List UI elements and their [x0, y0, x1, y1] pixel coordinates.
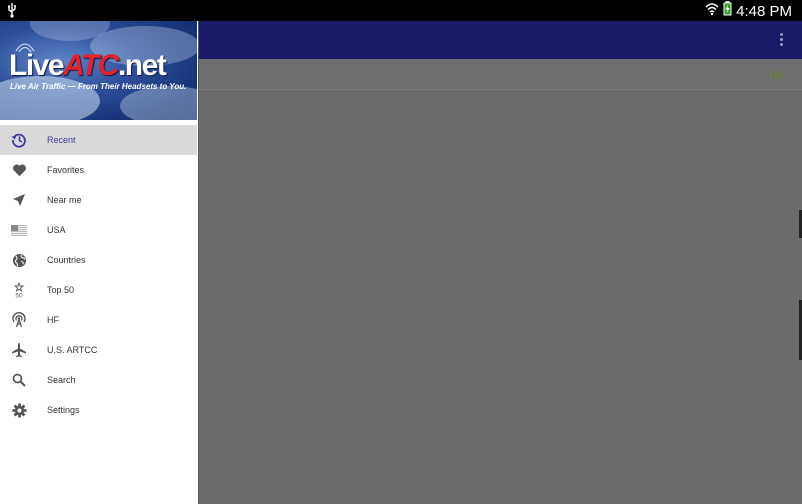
nav-label: Near me — [47, 195, 82, 205]
nav-item-favorites[interactable]: Favorites — [0, 155, 197, 185]
battery-charging-icon — [723, 1, 732, 21]
banner-tagline: Live Air Traffic — From Their Headsets t… — [10, 82, 187, 91]
status-bar: 4:48 PM — [0, 0, 802, 21]
gear-icon — [9, 400, 29, 420]
app-bar — [198, 21, 802, 59]
nav-item-countries[interactable]: Countries — [0, 245, 197, 275]
search-icon — [9, 370, 29, 390]
navigation-drawer: LiveATC.net Live Air Traffic — From Thei… — [0, 21, 199, 504]
sub-toolbar: Up — [198, 59, 802, 90]
liveatc-logo: LiveATC.net — [9, 49, 167, 82]
nav-label: Top 50 — [47, 285, 75, 295]
nav-label: Countries — [47, 255, 86, 265]
history-icon — [9, 130, 29, 150]
up-button[interactable]: Up — [769, 69, 783, 81]
nav-label: HF — [47, 315, 59, 325]
nav-list: Recent Favorites Near me USA Countries 5… — [0, 125, 197, 425]
nav-label: Search — [47, 375, 76, 385]
nav-item-settings[interactable]: Settings — [0, 395, 197, 425]
nav-item-hf[interactable]: HF — [0, 305, 197, 335]
nav-label: USA — [47, 225, 66, 235]
nav-label: Recent — [47, 135, 76, 145]
clock: 4:48 PM — [736, 2, 792, 20]
more-vert-icon[interactable] — [780, 33, 784, 47]
svg-text:50: 50 — [15, 293, 23, 299]
wifi-icon — [705, 2, 719, 21]
content-scrim[interactable] — [198, 90, 802, 504]
heart-icon — [9, 160, 29, 180]
nav-item-search[interactable]: Search — [0, 365, 197, 395]
nav-item-recent[interactable]: Recent — [0, 125, 197, 155]
nav-item-us-artcc[interactable]: U.S. ARTCC — [0, 335, 197, 365]
nav-item-top-50[interactable]: 50 Top 50 — [0, 275, 197, 305]
nav-item-usa[interactable]: USA — [0, 215, 197, 245]
nav-label: Settings — [47, 405, 80, 415]
us-flag-icon — [9, 220, 29, 240]
antenna-icon — [9, 310, 29, 330]
liveatc-banner: LiveATC.net Live Air Traffic — From Thei… — [0, 21, 197, 120]
top-50-icon: 50 — [9, 280, 29, 300]
airplane-icon — [9, 340, 29, 360]
nav-label: U.S. ARTCC — [47, 345, 98, 355]
usb-icon — [7, 3, 17, 23]
nav-item-near-me[interactable]: Near me — [0, 185, 197, 215]
navigation-arrow-icon — [9, 190, 29, 210]
globe-icon — [9, 250, 29, 270]
nav-label: Favorites — [47, 165, 85, 175]
